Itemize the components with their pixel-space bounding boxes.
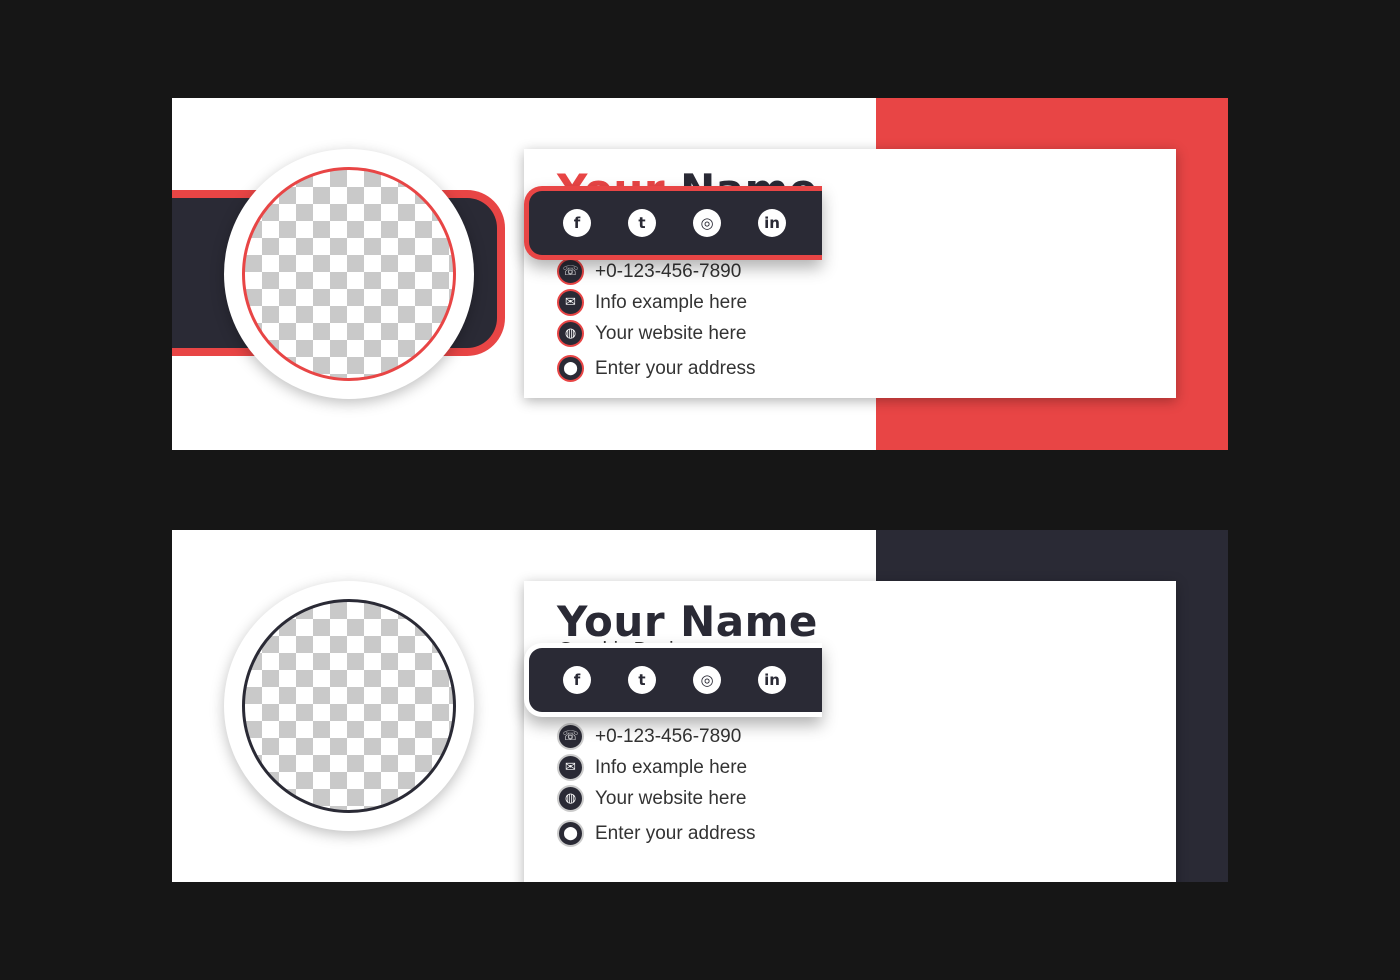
linkedin-icon[interactable]: in [758, 666, 786, 694]
instagram-icon[interactable]: ◎ [693, 666, 721, 694]
signature-card-dark: Your Name Graphic Designer ☏+0-123-456-7… [172, 530, 1228, 882]
contact-phone: ☏ +0-123-456-7890 [557, 721, 756, 752]
social-bar: f t ◎ in [524, 186, 822, 260]
contact-list: ☏ +0-123-456-7890 ✉ Info example here ◍ You… [557, 256, 756, 384]
contact-phone: ☏ +0-123-456-7890 [557, 256, 756, 287]
twitter-icon[interactable]: t [628, 209, 656, 237]
contact-address: ⬤ Enter your address [557, 353, 756, 384]
phone-icon: ☏ [557, 723, 584, 750]
contact-email: ✉ Info example here [557, 752, 756, 783]
photo-placeholder[interactable] [242, 167, 456, 381]
globe-icon: ◍ [557, 785, 584, 812]
social-bar: f t ◎ in [524, 643, 822, 717]
contact-website: ◍ Your website here [557, 318, 756, 349]
photo-frame [224, 581, 474, 831]
contact-list: ☏ +0-123-456-7890 ✉ Info example here ◍ You… [557, 721, 756, 849]
contact-email: ✉ Info example here [557, 287, 756, 318]
linkedin-icon[interactable]: in [758, 209, 786, 237]
globe-icon: ◍ [557, 320, 584, 347]
contact-website: ◍ Your website here [557, 783, 756, 814]
photo-frame [224, 149, 474, 399]
facebook-icon[interactable]: f [563, 666, 591, 694]
mail-icon: ✉ [557, 754, 584, 781]
phone-icon: ☏ [557, 258, 584, 285]
signature-card-red: Your Name Graphic Designer ☏+0-123-456-7… [172, 98, 1228, 450]
facebook-icon[interactable]: f [563, 209, 591, 237]
location-pin-icon: ⬤ [557, 820, 584, 847]
location-pin-icon: ⬤ [557, 355, 584, 382]
twitter-icon[interactable]: t [628, 666, 656, 694]
mail-icon: ✉ [557, 289, 584, 316]
photo-placeholder[interactable] [242, 599, 456, 813]
contact-address: ⬤ Enter your address [557, 818, 756, 849]
instagram-icon[interactable]: ◎ [693, 209, 721, 237]
info-panel: Your Name Graphic Designer ☏+0-123-456-7… [524, 581, 1176, 882]
